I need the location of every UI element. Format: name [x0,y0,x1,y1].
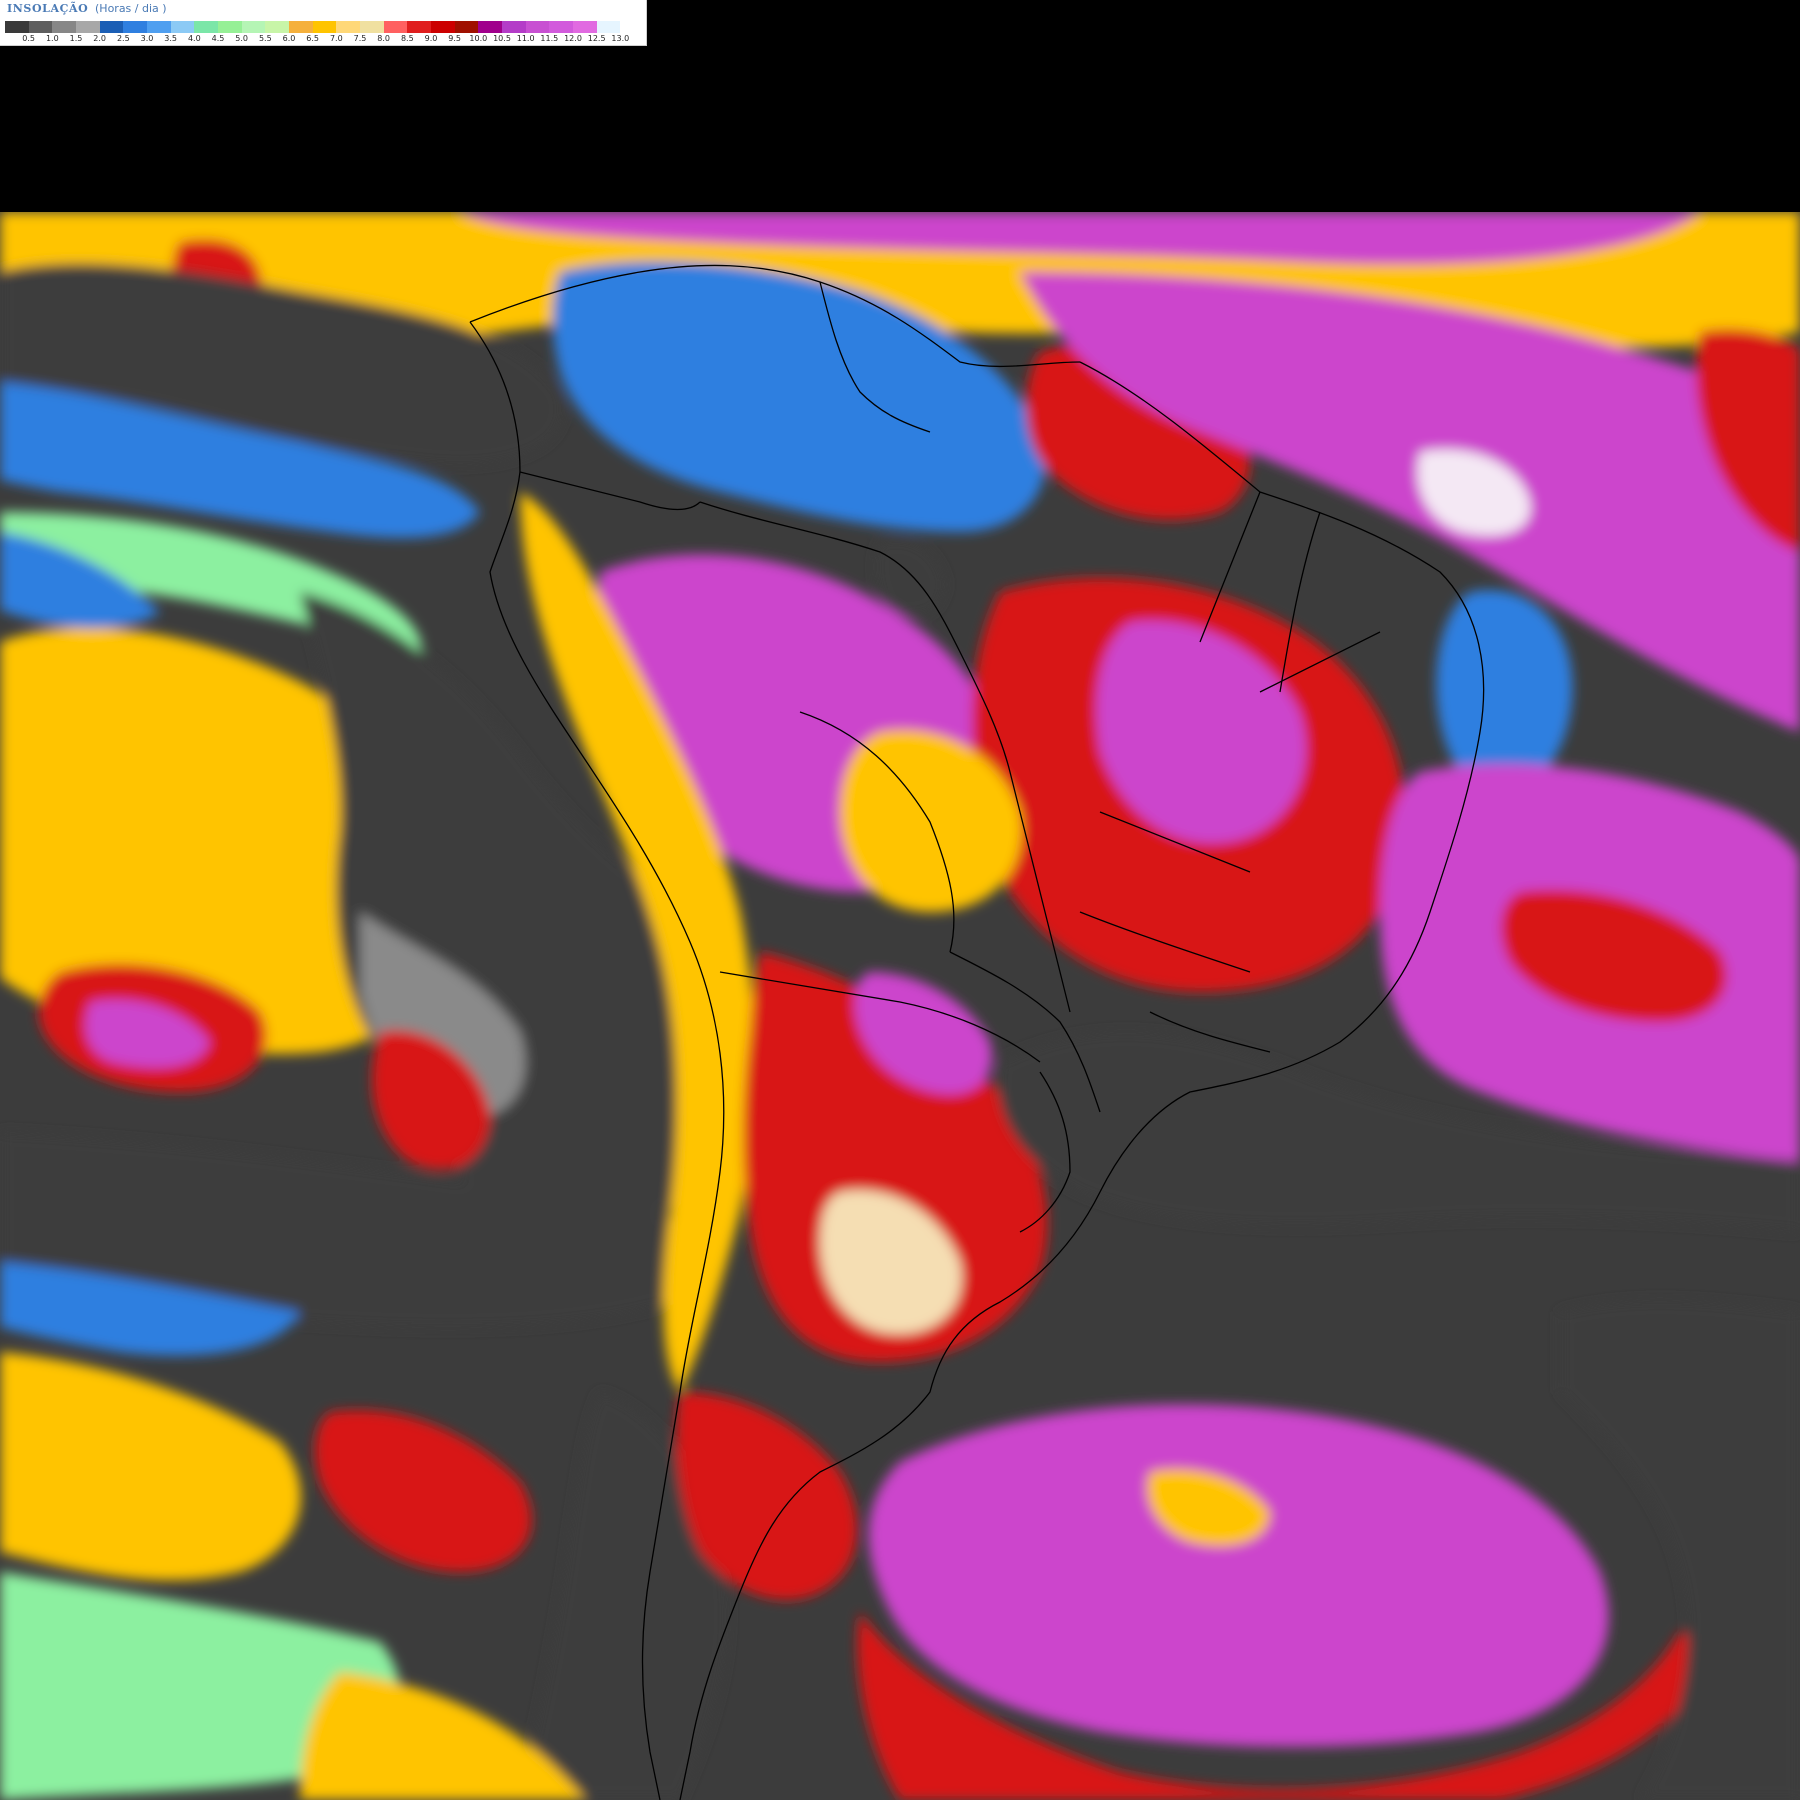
legend-color-scale [5,21,645,33]
legend-tick: 12.0 [564,34,582,43]
legend-tick: 10.0 [469,34,488,43]
legend-tick: 3.0 [140,34,154,43]
legend-unit: (Horas / dia ) [95,2,167,15]
legend-tick: 5.5 [258,34,272,43]
legend-swatch [52,21,77,33]
insolation-legend: INSOLAÇÃO (Horas / dia ) 0.5 1.0 1.5 2.0 2.5… [0,0,647,46]
legend-tick: 8.5 [400,34,414,43]
legend-swatch [383,21,408,33]
legend-swatch [76,21,100,33]
legend-tick: 2.0 [93,34,107,43]
legend-swatch [312,21,337,33]
legend-swatch [28,21,53,33]
legend-tick: 6.0 [282,34,296,43]
map-canvas [0,212,1800,1800]
legend-tick: 3.5 [164,34,178,43]
legend-tick: 11.5 [540,34,559,43]
legend-swatch [241,21,266,33]
legend-swatch [265,21,290,33]
legend-tick: 12.5 [587,34,606,43]
legend-swatch [620,21,645,33]
legend-tick: 9.5 [448,34,462,43]
legend-swatch [596,21,621,33]
legend-swatch [407,21,432,33]
legend-tick: 2.5 [116,34,130,43]
legend-tick: 7.0 [329,34,343,43]
legend-swatch [502,21,526,33]
insolation-map-page: INSOLAÇÃO (Horas / dia ) 0.5 1.0 1.5 2.0 2.5… [0,0,1800,1800]
legend-swatch [478,21,503,33]
legend-swatch [336,21,361,33]
legend-swatch [5,21,29,33]
insolation-satellite-map [0,212,1800,1800]
legend-tick: 6.5 [306,34,320,43]
legend-swatch [194,21,219,33]
legend-tick: 9.0 [424,34,438,43]
legend-tick: 8.0 [377,34,391,43]
legend-swatch [549,21,574,33]
legend-swatch [170,21,195,33]
legend-swatch [525,21,550,33]
legend-tick: 13.0 [611,34,630,43]
legend-swatch [573,21,597,33]
legend-swatch [454,21,479,33]
legend-tick: 1.0 [45,34,59,43]
legend-tick: 11.0 [516,34,535,43]
legend-tick: 0.5 [22,34,36,43]
legend-tick: 7.5 [353,34,367,43]
legend-swatch [147,21,171,33]
legend-swatch [431,21,455,33]
legend-tick-labels: 0.5 1.0 1.5 2.0 2.5 3.0 3.5 4.0 4.5 5.0 5.5 6.0 6.5 7… [5,34,644,44]
legend-swatch [123,21,148,33]
legend-swatch [218,21,242,33]
legend-swatch [289,21,313,33]
legend-swatch [360,21,384,33]
legend-title: INSOLAÇÃO [7,2,89,15]
legend-tick: 10.5 [493,34,511,43]
legend-swatch [99,21,124,33]
legend-tick: 4.0 [187,34,201,43]
legend-tick: 1.5 [69,34,83,43]
legend-tick: 4.5 [211,34,225,43]
legend-tick: 5.0 [235,34,249,43]
